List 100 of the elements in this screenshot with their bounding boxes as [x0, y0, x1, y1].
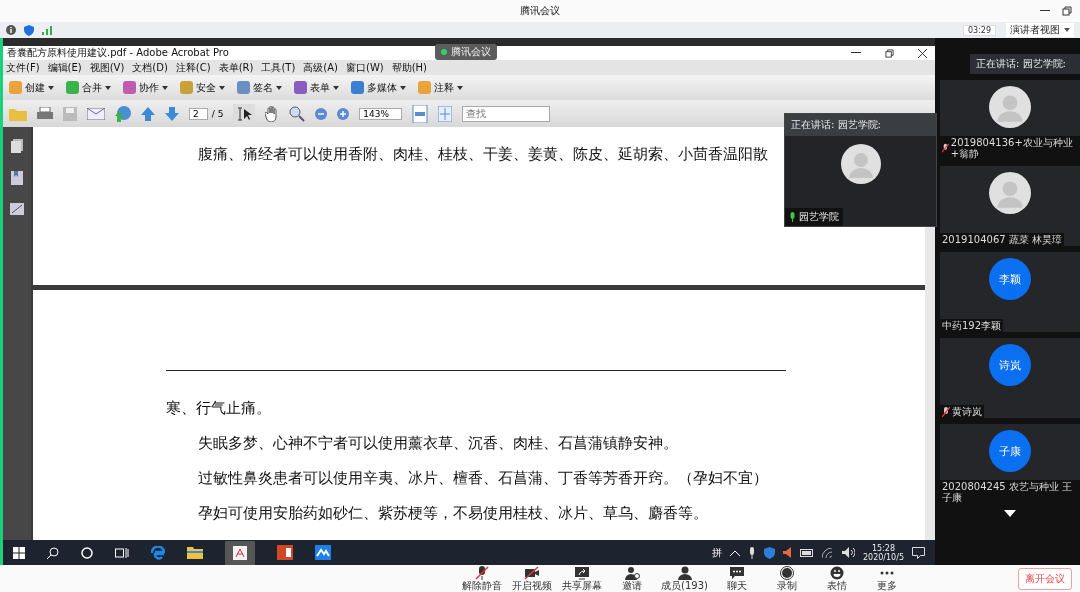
task-view-icon[interactable]: [115, 546, 129, 559]
zoom-in-icon[interactable]: [337, 107, 350, 120]
zoom-dropdown[interactable]: 143%: [359, 107, 403, 120]
tool-icon: [418, 81, 431, 94]
toolbar-button[interactable]: 多媒体: [351, 80, 406, 95]
toolbar-button[interactable]: 成员(193): [661, 566, 708, 591]
speaker-icon[interactable]: [782, 547, 792, 558]
participant-tile[interactable]: 2019804136+农业与种业+翁静: [940, 80, 1080, 160]
page-number-field[interactable]: 2: [189, 107, 208, 120]
volume-icon[interactable]: [841, 547, 855, 558]
taskbar-date: 2020/10/5: [862, 552, 904, 562]
toolbar-button[interactable]: 创建: [9, 80, 54, 95]
toolbar-button[interactable]: 安全: [180, 80, 225, 95]
signature-icon[interactable]: [10, 203, 24, 215]
menu-item[interactable]: 帮助(H): [391, 60, 428, 75]
toolbar-button[interactable]: 注释: [418, 80, 463, 95]
scroll-down-icon[interactable]: [1004, 510, 1016, 517]
meeting-timer: 03:29: [962, 24, 996, 36]
avatar-icon: [840, 144, 881, 184]
search-icon[interactable]: [47, 546, 59, 559]
shield-icon[interactable]: [24, 24, 34, 36]
window-title: 腾讯会议: [520, 4, 560, 18]
up-arrow-icon[interactable]: [141, 106, 155, 121]
document-text: 腹痛、痛经者可以使用香附、肉桂、桂枝、干姜、姜黄、陈皮、延胡索、小茴香温阳散: [197, 144, 768, 165]
toolbar-button[interactable]: 协作: [123, 80, 168, 95]
minimize-icon[interactable]: [1040, 10, 1050, 12]
folder-icon[interactable]: [187, 546, 203, 559]
menu-item[interactable]: 高级(A): [303, 60, 338, 75]
toolbar-button[interactable]: 邀请: [611, 566, 654, 591]
participant-tile[interactable]: 子康 2020804245 农艺与种业 王子康: [940, 424, 1080, 504]
document-text: 过敏性鼻炎患者可以使用辛夷、冰片、檀香、石菖蒲、丁香等芳香开窍。（孕妇不宜）: [197, 468, 768, 489]
toolbar-button[interactable]: 更多: [866, 566, 908, 591]
toolbar-button[interactable]: 表单: [294, 80, 339, 95]
avatar: 子康: [989, 430, 1031, 472]
participant-name: 中药192李颖: [940, 319, 1004, 332]
battery-icon[interactable]: [799, 548, 814, 557]
avatar: 李颖: [989, 258, 1031, 300]
zoom-out-icon[interactable]: [315, 107, 328, 120]
tool-icon: [351, 81, 364, 94]
view-mode-dropdown[interactable]: 演讲者视图: [1006, 23, 1074, 37]
select-tool-icon[interactable]: [233, 103, 256, 124]
participant-tile[interactable]: 2019104067 蔬菜 林昊璋: [940, 166, 1080, 246]
document-text: 寒、行气止痛。: [166, 398, 271, 419]
wifi-icon[interactable]: [821, 547, 834, 558]
toolbar-button[interactable]: 录制: [766, 566, 808, 591]
close-icon[interactable]: [918, 48, 927, 58]
printer-icon[interactable]: [37, 106, 53, 121]
email-icon[interactable]: [87, 107, 105, 120]
caret-icon: [105, 85, 111, 90]
toolbar-button[interactable]: 合并: [66, 80, 111, 95]
participant-tile[interactable]: 诗岚 黄诗岚: [940, 338, 1080, 418]
speaker-label: 正在讲话: 园艺学院:: [970, 54, 1080, 74]
caret-icon: [400, 85, 406, 90]
pdf-app-icon[interactable]: [225, 540, 255, 565]
leave-meeting-button[interactable]: 离开会议: [1018, 567, 1072, 590]
toolbar-button[interactable]: 表情: [816, 566, 858, 591]
caret-icon: [333, 85, 339, 90]
globe-icon[interactable]: [115, 105, 131, 122]
participant-name: 园艺学院: [785, 208, 843, 226]
toolbar-button[interactable]: 共享屏幕: [561, 566, 604, 591]
input-method-indicator[interactable]: 拼: [711, 545, 722, 560]
toolbar-button[interactable]: 开启视频: [511, 566, 554, 591]
menu-item[interactable]: 注释(C): [175, 60, 211, 75]
restore-icon[interactable]: [885, 48, 894, 58]
minimize-icon[interactable]: [851, 52, 861, 54]
fit-width-icon[interactable]: [412, 104, 429, 123]
microphone-icon[interactable]: [747, 546, 756, 559]
start-icon[interactable]: [13, 546, 25, 559]
hand-icon[interactable]: [265, 105, 280, 122]
tool-icon: [9, 81, 22, 94]
chevron-up-icon[interactable]: [729, 549, 740, 556]
menu-item[interactable]: 编辑(E): [47, 60, 82, 75]
menu-item[interactable]: 视图(V): [89, 60, 125, 75]
menu-item[interactable]: 文档(D): [132, 60, 168, 75]
tool-icon: [66, 81, 79, 94]
avatar-icon: [989, 172, 1031, 214]
toolbar-button[interactable]: 签名: [237, 80, 282, 95]
speaker-label: 正在讲话: 园艺学院:: [785, 114, 936, 136]
restore-icon[interactable]: [1062, 6, 1072, 16]
shield-icon[interactable]: [763, 546, 775, 559]
menu-item[interactable]: 窗口(W): [346, 60, 384, 75]
presentation-app-icon[interactable]: [277, 545, 293, 560]
menu-item[interactable]: 文件(F): [6, 60, 40, 75]
menu-item[interactable]: 工具(T): [261, 60, 296, 75]
zoom-tool-icon[interactable]: [289, 105, 306, 122]
search-field[interactable]: 查找: [462, 105, 551, 122]
muted-microphone-icon: [474, 566, 491, 580]
toolbar-button[interactable]: 聊天: [716, 566, 758, 591]
pages-icon[interactable]: [11, 139, 23, 153]
circle-icon[interactable]: [81, 546, 93, 559]
participant-tile[interactable]: 李颖 中药192李颖: [940, 252, 1080, 332]
browser-icon[interactable]: [151, 545, 165, 560]
menu-item[interactable]: 表单(R): [218, 60, 254, 75]
toolbar-button[interactable]: 解除静音: [461, 566, 504, 591]
video-off-icon: [524, 566, 541, 580]
down-arrow-icon[interactable]: [165, 106, 179, 121]
info-icon[interactable]: [6, 25, 16, 35]
bookmark-icon[interactable]: [11, 171, 23, 185]
meeting-app-icon[interactable]: [315, 545, 331, 560]
notification-icon[interactable]: [912, 546, 925, 559]
